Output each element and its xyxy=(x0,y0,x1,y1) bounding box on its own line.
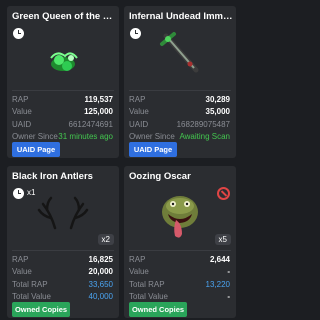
item-title: Black Iron Antlers xyxy=(12,171,93,182)
stat-label: Total Value xyxy=(129,292,168,302)
uaid-page-button[interactable]: UAID Page xyxy=(12,142,60,157)
copies-count-badge: x2 xyxy=(97,234,114,245)
stat-row-total-rap: Total RAP 13,220 xyxy=(129,278,230,291)
stat-value: - xyxy=(227,267,230,277)
stat-value: 40,000 xyxy=(88,292,113,302)
owned-copies-button[interactable]: Owned Copies xyxy=(12,302,70,317)
item-card-infernal-sword[interactable]: Infernal Undead Immortal Sword RAP 30,28… xyxy=(124,6,236,158)
item-thumbnail: x5 xyxy=(124,184,236,248)
stat-row-rap: RAP 119,537 xyxy=(12,93,113,106)
stat-label: Value xyxy=(12,107,32,117)
stat-value: 20,000 xyxy=(88,267,113,277)
stat-value: 16,825 xyxy=(88,254,113,264)
stat-label: RAP xyxy=(129,94,146,104)
stat-row-value: Value 20,000 xyxy=(12,266,113,279)
stat-row-rap: RAP 2,644 xyxy=(129,253,230,266)
stat-row-total-rap: Total RAP 33,650 xyxy=(12,278,113,291)
divider xyxy=(12,90,114,91)
stat-label: Owner Since xyxy=(129,132,175,142)
uaid-page-button[interactable]: UAID Page xyxy=(129,142,177,157)
stat-label: Total RAP xyxy=(129,279,165,289)
item-thumbnail xyxy=(7,24,119,88)
divider xyxy=(129,90,231,91)
stat-label: Value xyxy=(129,107,149,117)
stat-row-rap: RAP 16,825 xyxy=(12,253,113,266)
stat-value: 13,220 xyxy=(205,279,230,289)
item-thumbnail xyxy=(124,24,236,88)
stat-label: RAP xyxy=(129,254,146,264)
item-card-oozing-oscar[interactable]: Oozing Oscar x5 RAP 2,644 Value - Total … xyxy=(124,166,236,318)
divider xyxy=(12,250,114,251)
stats-list: RAP 16,825 Value 20,000 Total RAP 33,650… xyxy=(12,253,113,303)
divider xyxy=(129,250,231,251)
stat-value: 168289075487 xyxy=(176,119,230,129)
stat-label: UAID xyxy=(12,119,32,129)
green-queen-image xyxy=(50,52,78,71)
stat-value: 125,000 xyxy=(84,107,113,117)
stat-value: 33,650 xyxy=(88,279,113,289)
stat-row-value: Value - xyxy=(129,266,230,279)
stat-row-rap: RAP 30,289 xyxy=(129,93,230,106)
stat-value: 6612474691 xyxy=(68,119,114,129)
stats-list: RAP 119,537 Value 125,000 UAID 661247469… xyxy=(12,93,113,143)
stat-value: - xyxy=(227,292,230,302)
stat-row-uaid: UAID 6612474691 xyxy=(12,118,113,131)
stat-value: 119,537 xyxy=(84,94,113,104)
stats-list: RAP 30,289 Value 35,000 UAID 16828907548… xyxy=(129,93,230,143)
stat-value: 31 minutes ago xyxy=(58,132,113,142)
infernal-sword-image xyxy=(160,32,199,73)
item-title: Green Queen of the Nile xyxy=(12,11,116,22)
stat-value: Awaiting Scan xyxy=(179,132,230,142)
item-card-black-iron-antlers[interactable]: Black Iron Antlers x1 x2 RAP 16,825 Valu… xyxy=(7,166,119,318)
stat-label: Value xyxy=(12,267,32,277)
stat-label: Owner Since xyxy=(12,132,58,142)
stats-list: RAP 2,644 Value - Total RAP 13,220 Total… xyxy=(129,253,230,303)
stat-row-value: Value 35,000 xyxy=(129,106,230,119)
item-card-green-queen[interactable]: Green Queen of the Nile RAP 119,537 Valu… xyxy=(7,6,119,158)
stat-label: RAP xyxy=(12,94,29,104)
stat-label: Total Value xyxy=(12,292,51,302)
stat-label: RAP xyxy=(12,254,29,264)
copies-count-badge: x5 xyxy=(214,234,231,245)
stat-value: 35,000 xyxy=(205,107,230,117)
item-thumbnail: x1 x2 xyxy=(7,184,119,248)
stat-label: Total RAP xyxy=(12,279,48,289)
stat-label: Value xyxy=(129,267,149,277)
stat-label: UAID xyxy=(129,119,149,129)
stat-row-value: Value 125,000 xyxy=(12,106,113,119)
item-title: Oozing Oscar xyxy=(129,171,191,182)
stat-row-uaid: UAID 168289075487 xyxy=(129,118,230,131)
owned-copies-button[interactable]: Owned Copies xyxy=(129,302,187,317)
stat-value: 30,289 xyxy=(205,94,230,104)
item-title: Infernal Undead Immortal Sword xyxy=(129,11,233,22)
stat-value: 2,644 xyxy=(209,254,230,264)
